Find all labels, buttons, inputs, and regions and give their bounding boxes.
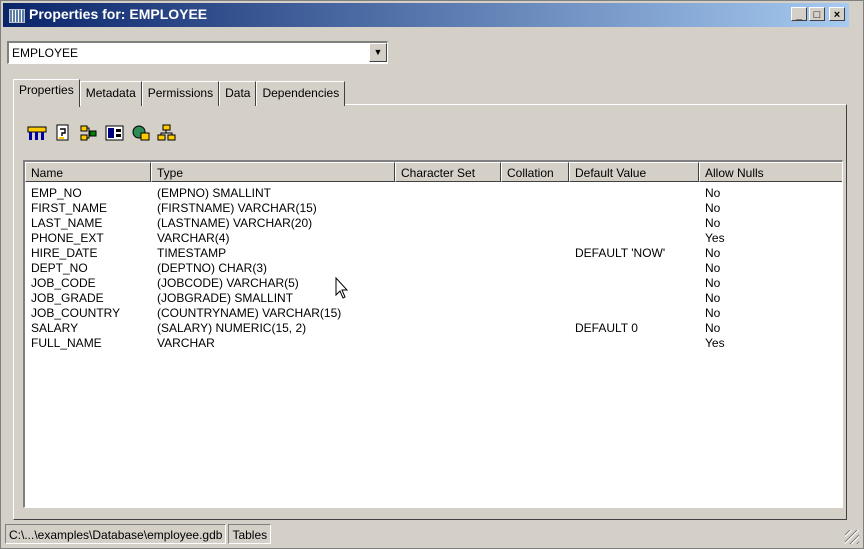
table-cell: (COUNTRYNAME) VARCHAR(15) bbox=[157, 306, 342, 320]
table-cell: PHONE_EXT bbox=[31, 231, 104, 245]
table-row[interactable]: PHONE_EXT VARCHAR(4) Yes bbox=[25, 231, 842, 246]
table-cell: FULL_NAME bbox=[31, 336, 102, 350]
table-cell: (FIRSTNAME) VARCHAR(15) bbox=[157, 201, 317, 215]
table-cell: VARCHAR(4) bbox=[157, 231, 230, 245]
table-cell: No bbox=[705, 291, 721, 305]
tab-strip: Properties Metadata Permissions Data Dep… bbox=[13, 79, 346, 107]
table-row[interactable]: SALARY (SALARY) NUMERIC(15, 2) DEFAULT 0 No bbox=[25, 321, 842, 336]
table-cell: VARCHAR bbox=[157, 336, 215, 350]
table-cell: SALARY bbox=[31, 321, 79, 335]
table-cell: No bbox=[705, 186, 721, 200]
table-cell: JOB_CODE bbox=[31, 276, 96, 290]
window-title: Properties for: EMPLOYEE bbox=[29, 6, 208, 22]
table-cell: FIRST_NAME bbox=[31, 201, 108, 215]
list-header: Name Type Character Set Collation Defaul… bbox=[25, 162, 842, 182]
table-cell: No bbox=[705, 261, 721, 275]
table-cell: TIMESTAMP bbox=[157, 246, 227, 260]
show-unique-constraints-icon[interactable] bbox=[131, 123, 151, 143]
table-cell: No bbox=[705, 321, 721, 335]
object-selector-value: EMPLOYEE bbox=[12, 46, 79, 60]
status-section: Tables bbox=[228, 524, 272, 544]
table-cell: JOB_GRADE bbox=[31, 291, 104, 305]
show-indexes-icon[interactable] bbox=[105, 123, 125, 143]
table-cell: No bbox=[705, 201, 721, 215]
title-bar[interactable]: Properties for: EMPLOYEE _ □ × bbox=[3, 3, 849, 27]
table-row[interactable]: JOB_GRADE (JOBGRADE) SMALLINT No bbox=[25, 291, 842, 306]
table-cell: EMP_NO bbox=[31, 186, 82, 200]
maximize-button[interactable]: □ bbox=[809, 7, 825, 21]
column-header-type[interactable]: Type bbox=[151, 162, 395, 182]
table-cell: HIRE_DATE bbox=[31, 246, 98, 260]
table-cell: JOB_COUNTRY bbox=[31, 306, 121, 320]
show-columns-icon[interactable] bbox=[27, 123, 47, 143]
table-cell: DEFAULT 'NOW' bbox=[575, 246, 666, 260]
table-row[interactable]: JOB_CODE (JOBCODE) VARCHAR(5) No bbox=[25, 276, 842, 291]
table-row[interactable]: FIRST_NAME (FIRSTNAME) VARCHAR(15) No bbox=[25, 201, 842, 216]
table-cell: LAST_NAME bbox=[31, 216, 103, 230]
table-row[interactable]: JOB_COUNTRY (COUNTRYNAME) VARCHAR(15) No bbox=[25, 306, 842, 321]
table-cell: (JOBCODE) VARCHAR(5) bbox=[157, 276, 299, 290]
close-button[interactable]: × bbox=[829, 7, 845, 21]
column-header-collation[interactable]: Collation bbox=[501, 162, 569, 182]
view-toolbar bbox=[27, 123, 177, 143]
table-cell: Yes bbox=[705, 336, 725, 350]
table-cell: No bbox=[705, 276, 721, 290]
show-triggers-icon[interactable] bbox=[53, 123, 73, 143]
table-cell: (SALARY) NUMERIC(15, 2) bbox=[157, 321, 307, 335]
window-controls: _ □ × bbox=[791, 7, 845, 21]
table-cell: (LASTNAME) VARCHAR(20) bbox=[157, 216, 313, 230]
table-row[interactable]: LAST_NAME (LASTNAME) VARCHAR(20) No bbox=[25, 216, 842, 231]
table-cell: DEFAULT 0 bbox=[575, 321, 638, 335]
dropdown-arrow-icon[interactable]: ▼ bbox=[369, 43, 387, 62]
table-row[interactable]: EMP_NO (EMPNO) SMALLINT No bbox=[25, 186, 842, 201]
table-cell: No bbox=[705, 246, 721, 260]
column-header-allow-nulls[interactable]: Allow Nulls bbox=[699, 162, 842, 182]
tab-permissions[interactable]: Permissions bbox=[141, 81, 220, 106]
table-cell: (EMPNO) SMALLINT bbox=[157, 186, 272, 200]
table-row[interactable]: FULL_NAME VARCHAR Yes bbox=[25, 336, 842, 351]
column-header-name[interactable]: Name bbox=[25, 162, 151, 182]
resize-grip[interactable] bbox=[845, 530, 859, 544]
columns-list[interactable]: Name Type Character Set Collation Defaul… bbox=[23, 160, 843, 508]
table-icon bbox=[9, 9, 25, 23]
show-referential-constraints-icon[interactable] bbox=[157, 123, 177, 143]
tab-data[interactable]: Data bbox=[219, 81, 257, 106]
table-cell: (DEPTNO) CHAR(3) bbox=[157, 261, 267, 275]
object-selector-dropdown[interactable]: EMPLOYEE ▼ bbox=[7, 41, 388, 64]
status-bar: C:\...\examples\Database\employee.gdb Ta… bbox=[5, 524, 273, 546]
table-cell: DEPT_NO bbox=[31, 261, 88, 275]
show-check-constraints-icon[interactable] bbox=[79, 123, 99, 143]
table-row[interactable]: DEPT_NO (DEPTNO) CHAR(3) No bbox=[25, 261, 842, 276]
properties-window: Properties for: EMPLOYEE _ □ × EMPLOYEE … bbox=[0, 0, 864, 549]
tab-metadata[interactable]: Metadata bbox=[79, 81, 142, 106]
mouse-cursor-icon bbox=[335, 277, 349, 299]
column-header-default-value[interactable]: Default Value bbox=[569, 162, 699, 182]
tab-dependencies[interactable]: Dependencies bbox=[256, 81, 346, 106]
table-cell: (JOBGRADE) SMALLINT bbox=[157, 291, 294, 305]
table-cell: Yes bbox=[705, 231, 725, 245]
table-cell: No bbox=[705, 216, 721, 230]
tab-properties[interactable]: Properties bbox=[13, 79, 80, 107]
minimize-button[interactable]: _ bbox=[791, 7, 807, 21]
table-cell: No bbox=[705, 306, 721, 320]
column-header-character-set[interactable]: Character Set bbox=[395, 162, 501, 182]
table-row[interactable]: HIRE_DATE TIMESTAMP DEFAULT 'NOW' No bbox=[25, 246, 842, 261]
status-path: C:\...\examples\Database\employee.gdb bbox=[5, 524, 227, 544]
